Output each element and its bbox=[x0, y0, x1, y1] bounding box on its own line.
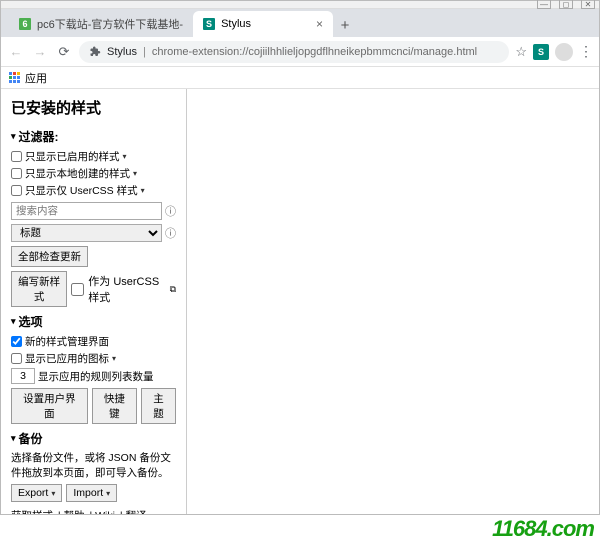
favicon-stylus: S bbox=[203, 18, 215, 30]
chevron-down-icon[interactable]: ▾ bbox=[141, 186, 145, 195]
search-input[interactable] bbox=[11, 202, 162, 220]
watermark: 11684.com bbox=[492, 516, 594, 542]
extension-icon bbox=[89, 46, 101, 58]
theme-button[interactable]: 主题 bbox=[141, 388, 176, 424]
external-link-icon[interactable]: ⧉ bbox=[170, 284, 176, 295]
import-button[interactable]: Import ▾ bbox=[66, 484, 117, 502]
new-tab-button[interactable]: + bbox=[333, 13, 357, 37]
opt-new-ui-checkbox[interactable] bbox=[11, 336, 22, 347]
get-styles-link[interactable]: 获取样式 bbox=[11, 510, 53, 514]
tab-title: pc6下载站-官方软件下载基地- bbox=[37, 16, 183, 32]
address-bar: ← → ⟳ Stylus | chrome-extension://cojiil… bbox=[1, 37, 599, 67]
chevron-down-icon[interactable]: ▾ bbox=[133, 169, 137, 178]
as-usercss-checkbox[interactable] bbox=[71, 283, 84, 296]
maximize-button[interactable]: ◻ bbox=[559, 0, 573, 9]
apps-label[interactable]: 应用 bbox=[25, 70, 47, 86]
opt-show-icon-checkbox[interactable] bbox=[11, 353, 22, 364]
profile-avatar[interactable] bbox=[555, 43, 573, 61]
url-text: chrome-extension://cojiilhhlieljopgdflhn… bbox=[152, 46, 477, 58]
url-prefix: Stylus bbox=[107, 46, 137, 58]
apps-icon[interactable] bbox=[9, 72, 21, 84]
close-window-button[interactable]: ✕ bbox=[581, 0, 595, 9]
filter-enabled-label: 只显示已启用的样式 bbox=[25, 149, 120, 164]
export-button[interactable]: Export ▾ bbox=[11, 484, 62, 502]
tab-pc6[interactable]: 6 pc6下载站-官方软件下载基地- bbox=[9, 11, 193, 37]
filters-header[interactable]: 过滤器: bbox=[11, 128, 176, 145]
tab-close-icon[interactable]: × bbox=[316, 17, 323, 31]
backup-header[interactable]: 备份 bbox=[11, 430, 176, 447]
bookmark-bar: 应用 bbox=[1, 67, 599, 89]
filter-usercss-checkbox[interactable] bbox=[11, 185, 22, 196]
help-link[interactable]: 帮助 bbox=[64, 510, 85, 514]
stylus-extension-icon[interactable]: S bbox=[533, 44, 549, 60]
chevron-down-icon[interactable]: ▾ bbox=[123, 152, 127, 161]
page-title: 已安装的样式 bbox=[11, 97, 176, 118]
new-style-button[interactable]: 编写新样式 bbox=[11, 271, 67, 307]
shortcut-button[interactable]: 快捷键 bbox=[92, 388, 137, 424]
info-icon[interactable]: ⓘ bbox=[165, 225, 176, 241]
filter-usercss-label: 只显示仅 UserCSS 样式 bbox=[25, 183, 138, 198]
filter-local-checkbox[interactable] bbox=[11, 168, 22, 179]
opt-new-ui-label: 新的样式管理界面 bbox=[25, 334, 109, 349]
settings-ui-button[interactable]: 设置用户界面 bbox=[11, 388, 88, 424]
info-icon[interactable]: ⓘ bbox=[165, 203, 176, 219]
wiki-link[interactable]: Wiki bbox=[95, 510, 115, 514]
url-box[interactable]: Stylus | chrome-extension://cojiilhhliel… bbox=[79, 41, 509, 63]
rules-count-input[interactable] bbox=[11, 368, 35, 384]
chrome-menu-icon[interactable]: ⋮ bbox=[579, 43, 593, 60]
tab-title: Stylus bbox=[221, 18, 310, 30]
minimize-button[interactable]: — bbox=[537, 0, 551, 9]
check-updates-button[interactable]: 全部检查更新 bbox=[11, 246, 88, 267]
as-usercss-label: 作为 UserCSS 样式 bbox=[88, 273, 165, 305]
sidebar: 已安装的样式 过滤器: 只显示已启用的样式 ▾ 只显示本地创建的样式 ▾ 只显示… bbox=[1, 89, 187, 514]
reload-button[interactable]: ⟳ bbox=[55, 43, 73, 61]
forward-button[interactable]: → bbox=[31, 43, 49, 61]
rules-count-label: 显示应用的规则列表数量 bbox=[38, 369, 154, 384]
tab-strip: 6 pc6下载站-官方软件下载基地- S Stylus × + bbox=[1, 9, 599, 37]
main-content bbox=[187, 89, 599, 514]
chevron-down-icon[interactable]: ▾ bbox=[112, 354, 116, 363]
back-button[interactable]: ← bbox=[7, 43, 25, 61]
filter-local-label: 只显示本地创建的样式 bbox=[25, 166, 130, 181]
translate-link[interactable]: 翻译 bbox=[126, 510, 147, 514]
sort-select[interactable]: 标题 bbox=[11, 224, 162, 242]
bookmark-star-icon[interactable]: ☆ bbox=[515, 44, 527, 60]
options-header[interactable]: 选项 bbox=[11, 313, 176, 330]
opt-show-icon-label: 显示已应用的图标 bbox=[25, 351, 109, 366]
tab-stylus[interactable]: S Stylus × bbox=[193, 11, 333, 37]
favicon-pc6: 6 bbox=[19, 18, 31, 30]
filter-enabled-checkbox[interactable] bbox=[11, 151, 22, 162]
backup-description: 选择备份文件，或将 JSON 备份文件拖放到本页面，即可导入备份。 bbox=[11, 451, 176, 480]
